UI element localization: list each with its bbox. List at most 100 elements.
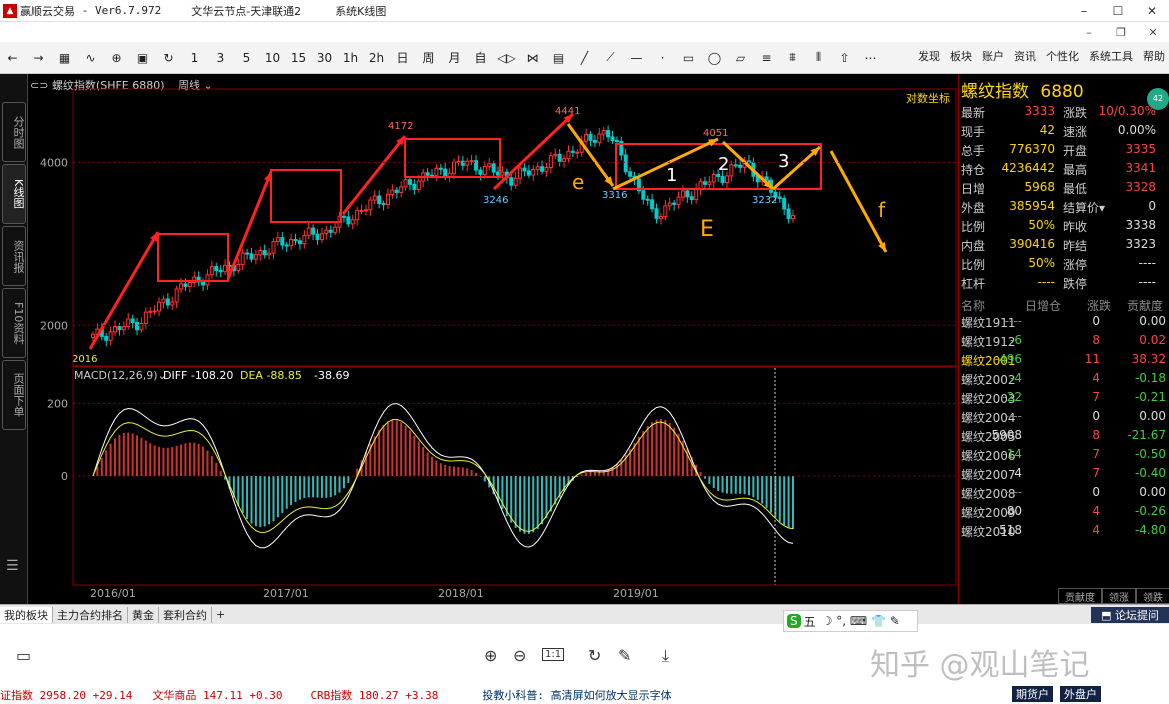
zoom-out-icon[interactable]: ⊖	[513, 646, 526, 665]
tab-contribution[interactable]: 贡献度	[1058, 588, 1102, 604]
period-30[interactable]: 30	[312, 51, 337, 65]
add-tab-button[interactable]: +	[212, 608, 229, 621]
quote-label: 结算价▾	[1063, 201, 1106, 215]
list-item[interactable]: 螺纹2010 518 4 -4.80	[959, 523, 1169, 542]
ellipse-icon[interactable]: ◯	[702, 51, 727, 65]
dot-icon[interactable]: ·	[650, 51, 675, 65]
minimize-inner-button[interactable]: –	[1073, 26, 1105, 39]
tab-leaders[interactable]: 领涨	[1102, 588, 1136, 604]
sidebar-toggle-icon[interactable]: ▭	[16, 646, 31, 665]
draw-line-icon[interactable]: ╱	[572, 51, 597, 65]
menu-help[interactable]: 帮助	[1143, 48, 1165, 64]
period-month[interactable]: 月	[442, 49, 467, 66]
close-button[interactable]: ✕	[1135, 0, 1169, 22]
futures-account-button[interactable]: 期货户	[1012, 686, 1053, 702]
download-icon[interactable]: ⤓	[662, 646, 669, 666]
period-custom[interactable]: 自	[468, 49, 493, 66]
maximize-button[interactable]: ☐	[1101, 0, 1135, 22]
rotate-icon[interactable]: ↻	[588, 646, 601, 665]
menu-discover[interactable]: 发现	[918, 48, 940, 64]
tab-timeshare[interactable]: 分时图	[2, 102, 26, 162]
up-icon[interactable]: ⇧	[832, 51, 857, 65]
candle-body	[676, 196, 681, 205]
status-tip[interactable]: 投教小科普: 高清屏如何放大显示字体	[482, 687, 671, 703]
tab-arbitrage[interactable]: 套利合约	[159, 606, 212, 623]
tab-kline[interactable]: K线图	[2, 164, 26, 224]
list-item[interactable]: 螺纹2003 -22 7 -0.21	[959, 390, 1169, 409]
period-3[interactable]: 3	[208, 51, 233, 65]
tab-order[interactable]: 页面下单	[2, 360, 26, 430]
candle-icon[interactable]: ⊕	[104, 51, 129, 65]
period-week[interactable]: 周	[416, 49, 441, 66]
foreign-account-button[interactable]: 外盘户	[1060, 686, 1101, 702]
list-item[interactable]: 螺纹2007 4 7 -0.40	[959, 466, 1169, 485]
forum-button[interactable]: ⬒ 论坛提问	[1091, 606, 1169, 623]
period-day[interactable]: 日	[390, 49, 415, 66]
candle-body	[562, 158, 567, 162]
tab-my-sector[interactable]: 我的板块	[0, 606, 53, 623]
menu-tools[interactable]: 系统工具	[1089, 48, 1133, 64]
cycle-icon[interactable]: ⦀	[806, 50, 831, 65]
period-10[interactable]: 10	[260, 51, 285, 65]
list-item[interactable]: 螺纹1911 ---- 0 0.00	[959, 314, 1169, 333]
period-1h[interactable]: 1h	[338, 51, 363, 65]
ray-icon[interactable]: ⟋	[598, 50, 623, 65]
actual-size-icon[interactable]: 1:1	[542, 648, 565, 661]
list-item[interactable]: 螺纹2001 -496 11 38.32	[959, 352, 1169, 371]
list-item[interactable]: 螺纹2002 -4 4 -0.18	[959, 371, 1169, 390]
period-1[interactable]: 1	[182, 51, 207, 65]
candle-body	[214, 266, 219, 271]
line-chart-icon[interactable]: ∿	[78, 51, 103, 65]
edit-icon[interactable]: ✎	[618, 646, 631, 665]
menu-news[interactable]: 资讯	[1014, 48, 1036, 64]
list-item[interactable]: 螺纹2009 80 4 -0.26	[959, 504, 1169, 523]
layout-icon[interactable]: ▤	[546, 51, 571, 65]
list-item[interactable]: 螺纹2004 ---- 0 0.00	[959, 409, 1169, 428]
candle-body	[253, 254, 258, 260]
menu-bar: – ❐ ✕	[0, 22, 1169, 42]
wave-label: e	[572, 170, 584, 194]
ime-toolbar[interactable]: S 五 ☽ °, ⌨ 👕 ✎	[783, 610, 918, 632]
list-icon[interactable]: ☰	[6, 558, 19, 574]
compress-icon[interactable]: ⋈	[520, 51, 545, 65]
quote-value: ----	[1138, 256, 1156, 270]
restore-inner-button[interactable]: ❐	[1105, 26, 1137, 39]
period-2h[interactable]: 2h	[364, 51, 389, 65]
grid-icon[interactable]: ▦	[52, 51, 77, 65]
menu-personalize[interactable]: 个性化	[1046, 48, 1079, 64]
list-item[interactable]: 螺纹2005 5908 8 -21.67	[959, 428, 1169, 447]
period-5[interactable]: 5	[234, 51, 259, 65]
close-inner-button[interactable]: ✕	[1137, 26, 1169, 39]
more-icon[interactable]: ⋯	[858, 51, 883, 65]
rect-icon[interactable]: ▭	[676, 51, 701, 65]
contract-oi-change: ----	[1004, 314, 1022, 328]
list-item[interactable]: 螺纹1912 -6 8 0.02	[959, 333, 1169, 352]
candle-body	[399, 186, 404, 193]
period-15[interactable]: 15	[286, 51, 311, 65]
list-item[interactable]: 螺纹2008 ---- 0 0.00	[959, 485, 1169, 504]
minimize-button[interactable]: –	[1067, 0, 1101, 22]
hline-icon[interactable]: —	[624, 51, 649, 65]
forward-icon[interactable]: →	[26, 51, 51, 65]
parallel-icon[interactable]: ▱	[728, 51, 753, 65]
menu-account[interactable]: 账户	[982, 48, 1004, 64]
refresh-icon[interactable]: ↻	[156, 51, 181, 65]
menu-sector[interactable]: 板块	[950, 48, 972, 64]
tab-laggards[interactable]: 领跌	[1136, 588, 1169, 604]
save-icon[interactable]: ▣	[130, 51, 155, 65]
fan-icon[interactable]: ⩩	[780, 50, 805, 65]
tab-f10[interactable]: F10资料	[2, 288, 26, 358]
tab-news[interactable]: 资讯报	[2, 226, 26, 286]
zoom-in-icon[interactable]: ⊕	[484, 646, 497, 665]
tab-main-ranking[interactable]: 主力合约排名	[53, 606, 128, 623]
list-item[interactable]: 螺纹2006 -14 7 -0.50	[959, 447, 1169, 466]
chart-area[interactable]: ⊂⊃ 螺纹指数(SHFE 6880) 周线 ⌄ 2016 4172 4441 4051…	[28, 74, 958, 604]
status-index-1: 证指数 2958.20 +29.14	[0, 689, 133, 702]
zoom-h-icon[interactable]: ◁▷	[494, 51, 519, 65]
quote-value: 42	[1039, 123, 1055, 137]
quote-label: 最高	[1063, 163, 1088, 177]
tab-gold[interactable]: 黄金	[128, 606, 159, 623]
back-icon[interactable]: ←	[0, 51, 25, 65]
contract-name: 螺纹2002	[961, 373, 1016, 387]
fib-icon[interactable]: ≡	[754, 51, 779, 65]
